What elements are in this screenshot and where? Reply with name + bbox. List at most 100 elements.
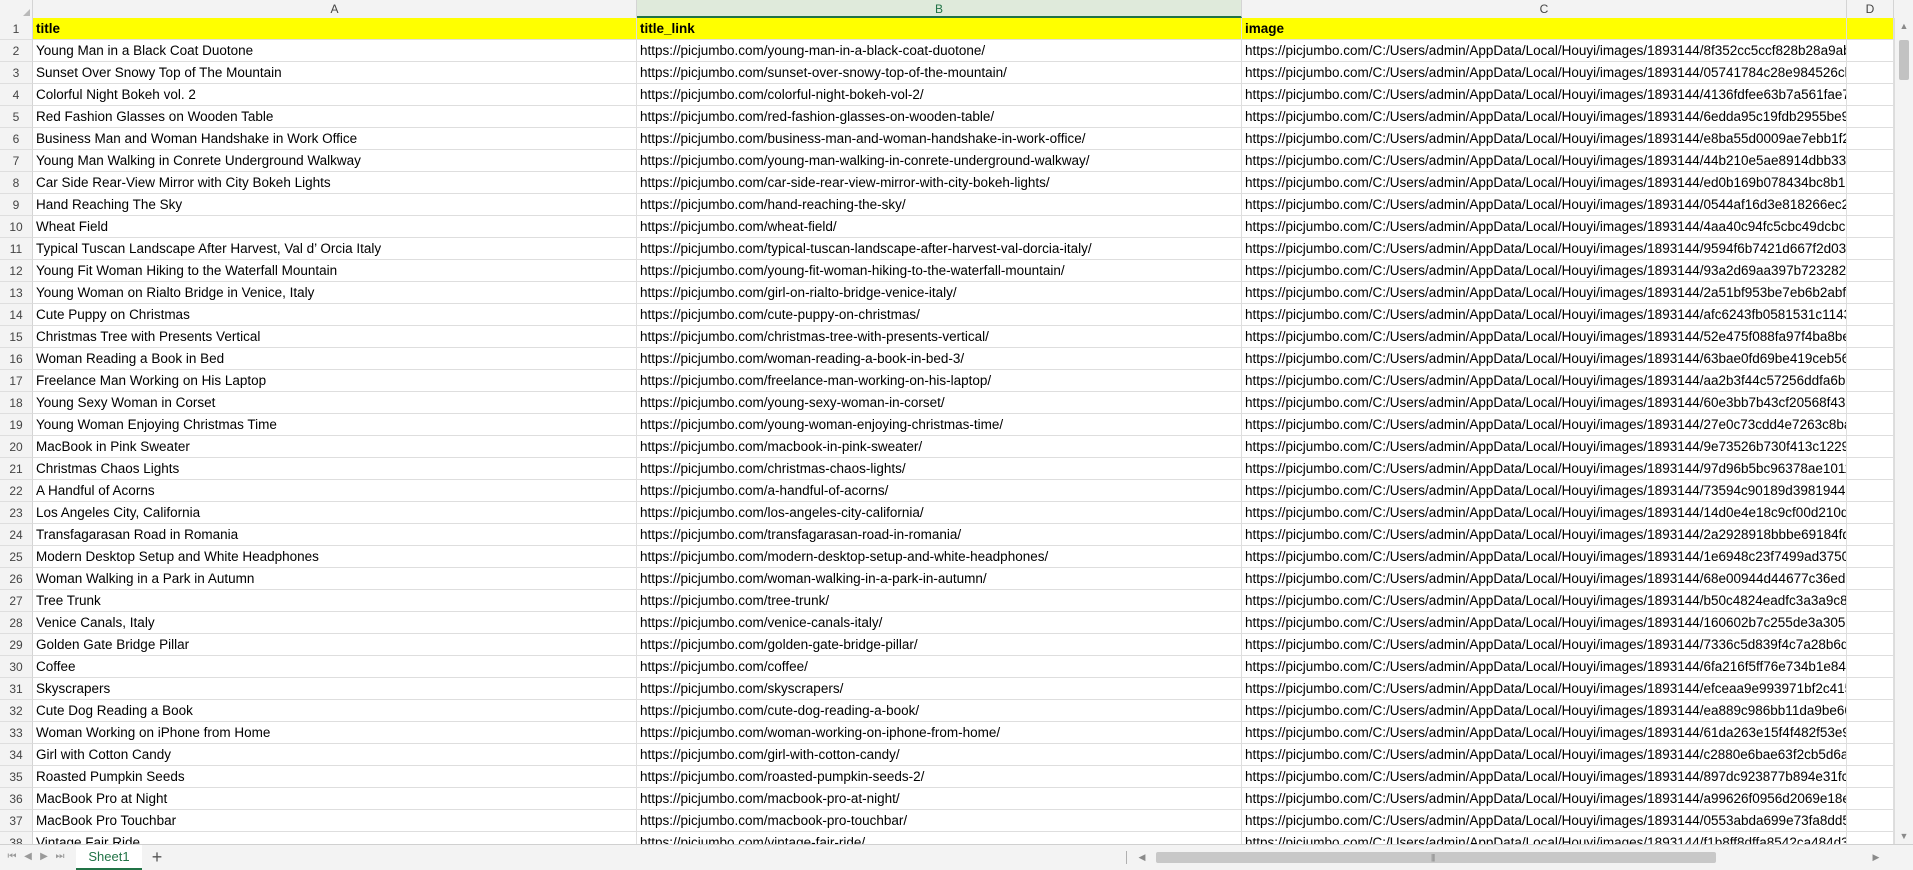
cell-d[interactable]: [1847, 546, 1894, 568]
cell-title[interactable]: Christmas Tree with Presents Vertical: [33, 326, 637, 348]
cell-d[interactable]: [1847, 788, 1894, 810]
cell-d[interactable]: [1847, 370, 1894, 392]
cell-d[interactable]: [1847, 656, 1894, 678]
cell-title[interactable]: Woman Working on iPhone from Home: [33, 722, 637, 744]
cell-image[interactable]: https://picjumbo.com/C:/Users/admin/AppD…: [1242, 590, 1847, 612]
select-all-corner[interactable]: [0, 0, 33, 18]
cell-title[interactable]: A Handful of Acorns: [33, 480, 637, 502]
cell-title-link[interactable]: https://picjumbo.com/christmas-tree-with…: [637, 326, 1242, 348]
cell-title-link[interactable]: https://picjumbo.com/macbook-in-pink-swe…: [637, 436, 1242, 458]
last-sheet-icon[interactable]: ⏭: [54, 850, 66, 864]
scroll-left-icon[interactable]: ◀: [1136, 850, 1148, 864]
cell-title[interactable]: Coffee: [33, 656, 637, 678]
cell-title[interactable]: Venice Canals, Italy: [33, 612, 637, 634]
cell-image[interactable]: https://picjumbo.com/C:/Users/admin/AppD…: [1242, 348, 1847, 370]
cell-d[interactable]: [1847, 458, 1894, 480]
prev-sheet-icon[interactable]: ◀: [22, 850, 34, 864]
cell-title-link[interactable]: https://picjumbo.com/golden-gate-bridge-…: [637, 634, 1242, 656]
cell-title[interactable]: Young Woman on Rialto Bridge in Venice, …: [33, 282, 637, 304]
cell-title[interactable]: Tree Trunk: [33, 590, 637, 612]
cell-title-link[interactable]: https://picjumbo.com/woman-working-on-ip…: [637, 722, 1242, 744]
row-number[interactable]: 12: [0, 260, 33, 282]
cell-title[interactable]: Wheat Field: [33, 216, 637, 238]
cell-title-link[interactable]: https://picjumbo.com/modern-desktop-setu…: [637, 546, 1242, 568]
cell-image[interactable]: https://picjumbo.com/C:/Users/admin/AppD…: [1242, 436, 1847, 458]
row-number[interactable]: 11: [0, 238, 33, 260]
row-number[interactable]: 38: [0, 832, 33, 844]
cell-d[interactable]: [1847, 414, 1894, 436]
cell-d[interactable]: [1847, 832, 1894, 844]
cell-title-link[interactable]: https://picjumbo.com/colorful-night-boke…: [637, 84, 1242, 106]
cell-title-link[interactable]: https://picjumbo.com/coffee/: [637, 656, 1242, 678]
row-number[interactable]: 16: [0, 348, 33, 370]
cell-title[interactable]: Red Fashion Glasses on Wooden Table: [33, 106, 637, 128]
row-number[interactable]: 14: [0, 304, 33, 326]
cell-image[interactable]: https://picjumbo.com/C:/Users/admin/AppD…: [1242, 546, 1847, 568]
column-header-b[interactable]: B: [637, 0, 1242, 18]
cell-title-link[interactable]: https://picjumbo.com/sunset-over-snowy-t…: [637, 62, 1242, 84]
cell-d[interactable]: [1847, 238, 1894, 260]
cell-d[interactable]: [1847, 106, 1894, 128]
cell-image[interactable]: https://picjumbo.com/C:/Users/admin/AppD…: [1242, 194, 1847, 216]
row-number[interactable]: 36: [0, 788, 33, 810]
cell-d[interactable]: [1847, 326, 1894, 348]
header-cell-title[interactable]: title: [33, 18, 637, 40]
cell-image[interactable]: https://picjumbo.com/C:/Users/admin/AppD…: [1242, 832, 1847, 844]
cell-title[interactable]: Skyscrapers: [33, 678, 637, 700]
cell-d[interactable]: [1847, 700, 1894, 722]
cell-title-link[interactable]: https://picjumbo.com/hand-reaching-the-s…: [637, 194, 1242, 216]
row-number[interactable]: 3: [0, 62, 33, 84]
cell-title-link[interactable]: https://picjumbo.com/a-handful-of-acorns…: [637, 480, 1242, 502]
horizontal-scroll-thumb[interactable]: |||: [1156, 852, 1716, 863]
cell-title[interactable]: Young Sexy Woman in Corset: [33, 392, 637, 414]
cell-d[interactable]: [1847, 568, 1894, 590]
cell-title-link[interactable]: https://picjumbo.com/young-man-in-a-blac…: [637, 40, 1242, 62]
cell-title-link[interactable]: https://picjumbo.com/christmas-chaos-lig…: [637, 458, 1242, 480]
row-number[interactable]: 17: [0, 370, 33, 392]
cell-d[interactable]: [1847, 744, 1894, 766]
cell-d[interactable]: [1847, 612, 1894, 634]
cell-d[interactable]: [1847, 172, 1894, 194]
scroll-up-icon[interactable]: ▲: [1895, 18, 1913, 34]
cell-title[interactable]: Cute Puppy on Christmas: [33, 304, 637, 326]
cell-title[interactable]: MacBook Pro at Night: [33, 788, 637, 810]
row-number[interactable]: 37: [0, 810, 33, 832]
row-number[interactable]: 25: [0, 546, 33, 568]
row-number[interactable]: 27: [0, 590, 33, 612]
cell-d[interactable]: [1847, 810, 1894, 832]
cell-image[interactable]: https://picjumbo.com/C:/Users/admin/AppD…: [1242, 238, 1847, 260]
row-number[interactable]: 34: [0, 744, 33, 766]
cell-title[interactable]: Car Side Rear-View Mirror with City Boke…: [33, 172, 637, 194]
cell-title[interactable]: Young Fit Woman Hiking to the Waterfall …: [33, 260, 637, 282]
cell-title[interactable]: Christmas Chaos Lights: [33, 458, 637, 480]
cell-d[interactable]: [1847, 436, 1894, 458]
cell-d[interactable]: [1847, 150, 1894, 172]
cell-d[interactable]: [1847, 634, 1894, 656]
cell-d[interactable]: [1847, 392, 1894, 414]
cell-title-link[interactable]: https://picjumbo.com/young-man-walking-i…: [637, 150, 1242, 172]
cell-d[interactable]: [1847, 348, 1894, 370]
cell-title[interactable]: Woman Walking in a Park in Autumn: [33, 568, 637, 590]
cell-title-link[interactable]: https://picjumbo.com/macbook-pro-touchba…: [637, 810, 1242, 832]
cell-title[interactable]: Woman Reading a Book in Bed: [33, 348, 637, 370]
cell-title[interactable]: MacBook in Pink Sweater: [33, 436, 637, 458]
cell-title-link[interactable]: https://picjumbo.com/vintage-fair-ride/: [637, 832, 1242, 844]
cell-title[interactable]: MacBook Pro Touchbar: [33, 810, 637, 832]
cell-title-link[interactable]: https://picjumbo.com/woman-reading-a-boo…: [637, 348, 1242, 370]
cell-title[interactable]: Hand Reaching The Sky: [33, 194, 637, 216]
cell-title[interactable]: Girl with Cotton Candy: [33, 744, 637, 766]
row-number[interactable]: 32: [0, 700, 33, 722]
cell-title[interactable]: Cute Dog Reading a Book: [33, 700, 637, 722]
cell-title[interactable]: Freelance Man Working on His Laptop: [33, 370, 637, 392]
cell-image[interactable]: https://picjumbo.com/C:/Users/admin/AppD…: [1242, 370, 1847, 392]
cell-title[interactable]: Roasted Pumpkin Seeds: [33, 766, 637, 788]
cell-d[interactable]: [1847, 722, 1894, 744]
cell-image[interactable]: https://picjumbo.com/C:/Users/admin/AppD…: [1242, 700, 1847, 722]
cell-image[interactable]: https://picjumbo.com/C:/Users/admin/AppD…: [1242, 766, 1847, 788]
row-number[interactable]: 28: [0, 612, 33, 634]
column-header-a[interactable]: A: [33, 0, 637, 18]
column-header-c[interactable]: C: [1242, 0, 1847, 18]
cell-title[interactable]: Business Man and Woman Handshake in Work…: [33, 128, 637, 150]
add-sheet-icon[interactable]: +: [148, 848, 166, 866]
cell-title[interactable]: Typical Tuscan Landscape After Harvest, …: [33, 238, 637, 260]
